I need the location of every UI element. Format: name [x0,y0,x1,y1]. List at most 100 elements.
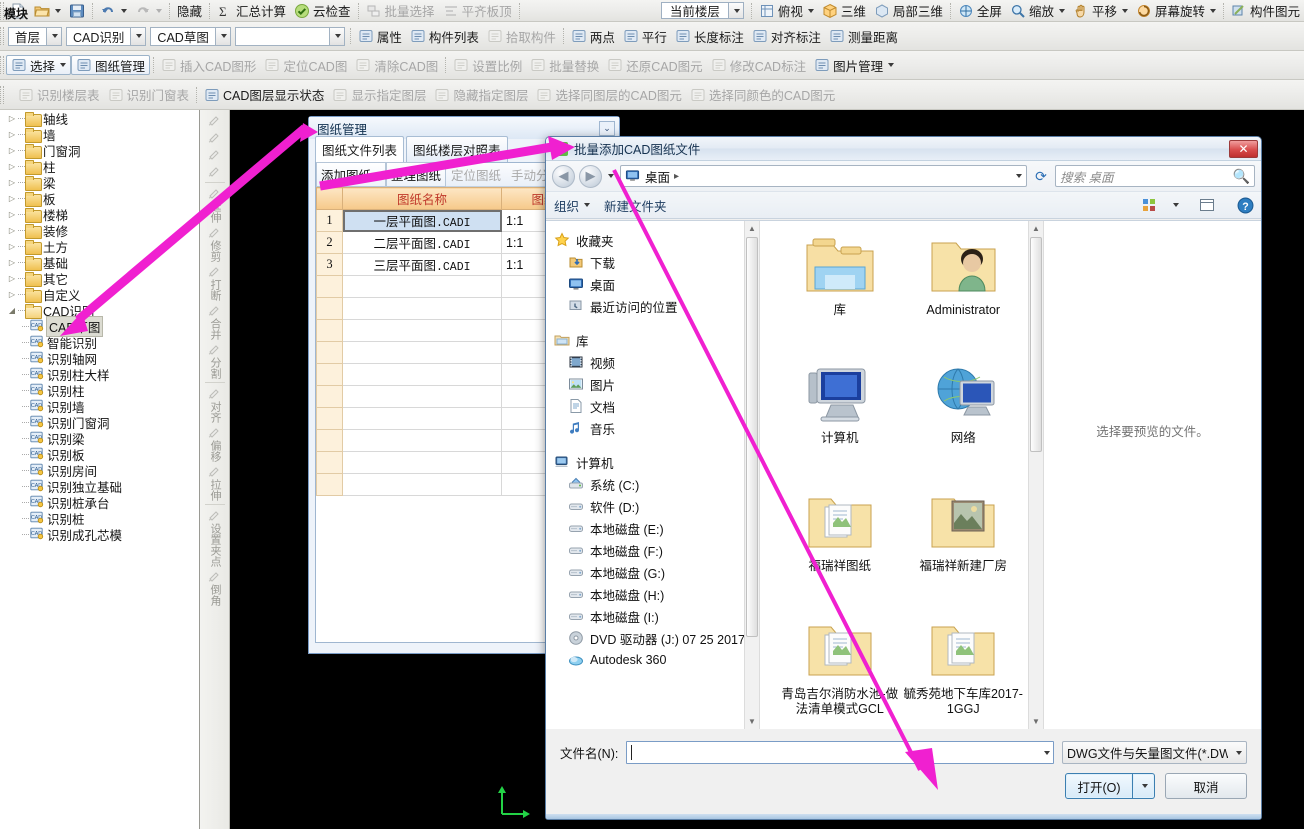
tree-node-leaf[interactable]: CAD 智能识别 [6,334,199,351]
modify-cad-dim-button[interactable]: 修改CAD标注 [707,55,810,75]
properties-button[interactable]: 属性 [354,26,406,46]
row-drawing-name[interactable]: 二层平面图.CADI [342,231,502,254]
align-dim-button[interactable]: 对齐标注 [748,26,825,46]
open-split-button[interactable]: 打开(O) [1065,773,1155,799]
pin-icon[interactable]: ⌄ [599,120,615,136]
file-item[interactable]: 网络 [902,357,1026,485]
floor-select-combo[interactable]: 首层 [6,26,64,46]
cloud-check-button[interactable]: 云检查 [290,1,355,21]
file-item[interactable]: 毓秀苑地下车库2017-1GGJ [902,613,1026,729]
column-index[interactable] [316,187,343,210]
restore-cad-button[interactable]: 还原CAD图元 [603,55,706,75]
locate-cad-button[interactable]: 定位CAD图 [260,55,351,75]
nav-item[interactable]: 视频 [554,351,759,373]
top-view-button[interactable]: 俯视 [755,1,818,21]
trim-edge-tool[interactable]: 修剪 [201,224,229,262]
tree-node-leaf[interactable]: CAD 识别成孔芯模 [6,526,199,543]
view-mode-icon[interactable] [1141,197,1157,213]
tree-node-folder[interactable]: ▷ 门窗洞 [6,142,199,159]
open-button[interactable]: 打开(O) [1065,773,1133,799]
image-manage-button[interactable]: 图片管理 [810,55,898,75]
filetype-select[interactable]: DWG文件与矢量图文件(*.DWG [1062,741,1247,764]
chevron-right-icon[interactable]: ▷ [6,242,18,251]
forward-arrow-icon[interactable]: ▶ [579,164,602,188]
chevron-right-icon[interactable]: ▷ [6,258,18,267]
chevron-down-icon[interactable] [60,63,67,67]
chevron-down-icon[interactable] [1058,8,1065,13]
tree-node-leaf[interactable]: CAD 识别梁 [6,430,199,447]
trim-tool[interactable] [201,112,229,128]
length-dim-button[interactable]: 长度标注 [671,26,748,46]
tree-node-folder[interactable]: ◢ CAD识别 [6,302,199,319]
chevron-right-icon[interactable]: ▷ [6,194,18,203]
filename-dropdown-icon[interactable] [1044,750,1050,755]
nav-item[interactable]: 收藏夹 [554,229,759,251]
tree-node-folder[interactable]: ▷ 其它 [6,270,199,287]
refresh-icon[interactable]: ⟳ [1031,166,1051,186]
chevron-down-icon[interactable] [1173,203,1179,207]
row-drawing-name[interactable]: 三层平面图.CADI [342,253,502,276]
local-3d-button[interactable]: 局部三维 [870,1,947,21]
cad-layer-display-state-button[interactable]: CAD图层显示状态 [200,85,328,105]
component-list-button[interactable]: 构件列表 [406,26,483,46]
file-item[interactable]: 福瑞祥图纸 [778,485,902,613]
tree-node-leaf[interactable]: CAD 识别门窗洞 [6,414,199,431]
close-icon[interactable]: ✕ [1229,139,1258,158]
file-item[interactable]: 库 [778,229,902,357]
pick-component-button[interactable]: 拾取构件 [483,26,560,46]
search-input[interactable]: 搜索 桌面 🔍 [1055,165,1255,187]
tree-node-folder[interactable]: ▷ 基础 [6,254,199,271]
chevron-right-icon[interactable]: ▷ [6,274,18,283]
three-d-button[interactable]: 三维 [818,1,870,21]
chevron-right-icon[interactable]: ▷ [6,146,18,155]
fillet-round-tool[interactable] [201,129,229,145]
nav-item[interactable]: Autodesk 360 [554,649,759,671]
nav-item[interactable]: DVD 驱动器 (J:) 07 25 2017 [554,627,759,649]
drawing-manage-button[interactable]: 图纸管理 [71,55,151,75]
chevron-right-icon[interactable]: ▷ [6,290,18,299]
set-grip-tool[interactable]: 设置夹点 [201,507,229,567]
show-specified-layer-button[interactable]: 显示指定图层 [328,85,430,105]
nav-item[interactable]: 最近访问的位置 [554,295,759,317]
preview-pane-icon[interactable] [1199,197,1215,213]
file-dialog-titlebar[interactable]: 批量添加CAD图纸文件 ✕ [546,137,1261,161]
help-icon[interactable]: ? [1237,197,1254,214]
stretch-tool[interactable]: 拉伸 [201,463,229,501]
tool-select-combo[interactable]: CAD草图 [148,26,232,46]
chevron-down-icon[interactable] [55,8,61,13]
new-folder-button[interactable]: 新建文件夹 [604,196,667,215]
scroll-down-icon[interactable]: ▼ [745,714,759,729]
clear-cad-button[interactable]: 清除CAD图 [351,55,442,75]
merge-tool[interactable]: 合并 [201,302,229,340]
hide-specified-layer-button[interactable]: 隐藏指定图层 [430,85,532,105]
select-same-color-cad-button[interactable]: 选择同颜色的CAD图元 [686,85,839,105]
screen-rotate-button[interactable]: 屏幕旋转 [1132,1,1220,21]
fullscreen-button[interactable]: 全屏 [954,1,1006,21]
chevron-down-icon[interactable] [121,8,127,13]
tree-node-folder[interactable]: ▷ 装修 [6,222,199,239]
nav-item[interactable]: 下载 [554,251,759,273]
file-list-scrollbar[interactable]: ▲ ▼ [1028,221,1043,729]
nav-item[interactable]: 库 [554,329,759,351]
nav-item[interactable]: 软件 (D:) [554,495,759,517]
address-crumb-desktop[interactable]: 桌面 [645,167,670,186]
tree-node-selected[interactable]: CAD CAD草图 [6,315,199,337]
hide-button[interactable]: 隐藏 [173,1,206,21]
undo-button[interactable] [96,1,131,21]
nav-item[interactable]: 文档 [554,395,759,417]
file-item[interactable]: Administrator [902,229,1026,357]
split-tool[interactable]: 分割 [201,341,229,379]
add-drawing-button[interactable]: 添加图纸 [316,162,387,187]
tree-node-folder[interactable]: ▷ 板 [6,190,199,207]
chevron-down-icon[interactable] [1209,8,1216,13]
current-floor-combo[interactable]: 当前楼层 [657,1,748,21]
tree-node-folder[interactable]: ▷ 柱 [6,158,199,175]
align-tool[interactable]: 对齐 [201,385,229,423]
module-select-combo[interactable]: CAD识别 [64,26,148,46]
tree-node-folder[interactable]: ▷ 自定义 [6,286,199,303]
summary-calc-button[interactable]: Σ 汇总计算 [213,1,290,21]
nav-item[interactable]: 系统 (C:) [554,473,759,495]
cancel-button[interactable]: 取消 [1165,773,1247,799]
identify-floor-table-button[interactable]: 识别楼层表 [14,85,104,105]
scroll-up-icon[interactable]: ▲ [1029,221,1043,236]
